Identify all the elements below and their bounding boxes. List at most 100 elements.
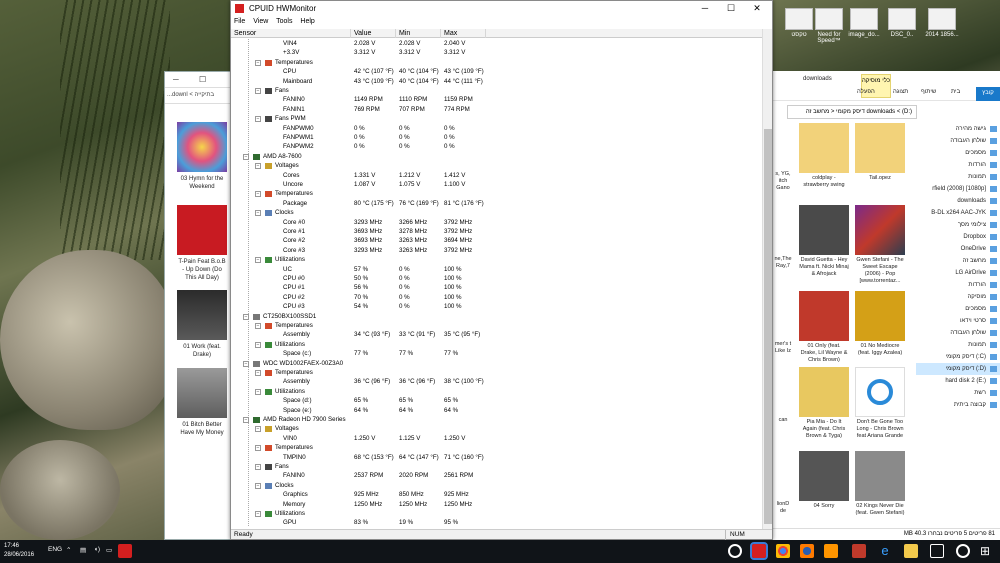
nav-item[interactable]: מוסיקה xyxy=(916,291,1000,303)
device-row[interactable]: − AMD Radeon HD 7900 Series xyxy=(231,415,763,424)
nav-item[interactable]: צילומי מסך xyxy=(916,219,1000,231)
store-icon[interactable] xyxy=(852,544,866,558)
category-row[interactable]: − Temperatures xyxy=(231,58,763,67)
sensor-row[interactable]: Graphics 925 MHz 850 MHz 925 MHz xyxy=(231,490,763,499)
category-row[interactable]: − Temperatures xyxy=(231,189,763,198)
category-row[interactable]: − Clocks xyxy=(231,481,763,490)
folder-thumb[interactable]: coldplay - strawberry swing xyxy=(799,123,849,189)
category-row[interactable]: − Voltages xyxy=(231,161,763,170)
menu-help[interactable]: Help xyxy=(300,18,314,25)
album-tile[interactable]: T-Pain Feat B.o.B - Up Down (Do This All… xyxy=(177,205,227,282)
nav-item[interactable]: מסמכים xyxy=(916,147,1000,159)
file-explorer-icon[interactable] xyxy=(904,544,918,558)
sensor-row[interactable]: Memory 1250 MHz 1250 MHz 1250 MHz xyxy=(231,500,763,509)
sensor-row[interactable]: Assembly 36 °C (96 °F) 36 °C (96 °F) 38 °C … xyxy=(231,377,763,386)
collapse-toggle-icon[interactable]: − xyxy=(243,313,249,320)
category-row[interactable]: − Fans xyxy=(231,86,763,95)
collapse-toggle-icon[interactable]: − xyxy=(255,116,261,123)
close-button[interactable]: ✕ xyxy=(744,2,770,15)
nav-item[interactable]: B-DL x264 AAC-JYK xyxy=(916,207,1000,219)
nav-item[interactable]: Dropbox xyxy=(916,231,1000,243)
chrome-icon[interactable] xyxy=(776,544,790,558)
minimize-button[interactable]: ─ xyxy=(173,75,179,84)
sensor-row[interactable]: FANIN1 769 RPM 707 RPM 774 RPM xyxy=(231,105,763,114)
battery-icon[interactable]: ▭ xyxy=(106,546,112,554)
device-row[interactable]: − WDC WD1002FAEX-00Z3A0 xyxy=(231,359,763,368)
nav-item[interactable]: hard disk 2 (E:) xyxy=(916,375,1000,387)
sensor-row[interactable]: CPU #2 70 % 0 % 100 % xyxy=(231,293,763,302)
file-thumb-partial[interactable]: s, YG, itch Gano xyxy=(773,171,793,192)
sensor-row[interactable]: Space (c:) 77 % 77 % 77 % xyxy=(231,349,763,358)
collapse-toggle-icon[interactable]: − xyxy=(255,370,261,376)
cortana-icon[interactable] xyxy=(728,544,742,558)
collapse-toggle-icon[interactable]: − xyxy=(255,445,261,452)
sensor-row[interactable]: Assembly 34 °C (93 °F) 33 °C (91 °F) 35 °C … xyxy=(231,330,763,339)
column-sensor[interactable]: Sensor xyxy=(231,29,351,38)
nav-item[interactable]: LG AirDrive xyxy=(916,267,1000,279)
folder-thumb[interactable]: Tail.opez xyxy=(855,123,905,182)
collapse-toggle-icon[interactable]: − xyxy=(255,426,261,433)
nav-item[interactable]: הורדות xyxy=(916,159,1000,171)
file-thumb[interactable]: 02 Kings Never Die (feat. Gwen Stefani) xyxy=(855,451,905,517)
nav-item[interactable]: rfield (2008) [1080p] xyxy=(916,183,1000,195)
tab-view[interactable]: תצוגה xyxy=(893,89,908,95)
nav-item[interactable]: (D:) דיסק מקומי xyxy=(916,363,1000,375)
sensor-row[interactable]: VIN4 2.028 V 2.028 V 2.040 V xyxy=(231,39,763,48)
category-row[interactable]: − Utilizations xyxy=(231,255,763,264)
category-row[interactable]: − Fans PWM xyxy=(231,114,763,123)
minimize-button[interactable]: ─ xyxy=(692,2,718,15)
file-thumb-partial[interactable]: lionD de xyxy=(773,501,793,515)
sensor-row[interactable]: Cores 1.331 V 1.212 V 1.412 V xyxy=(231,171,763,180)
sensor-row[interactable]: CPU #3 54 % 0 % 100 % xyxy=(231,302,763,311)
device-row[interactable]: − AMD A8-7600 xyxy=(231,152,763,161)
sensor-row[interactable]: Core #0 3293 MHz 3266 MHz 3792 MHz xyxy=(231,218,763,227)
file-thumb-partial[interactable]: can xyxy=(773,417,793,424)
collapse-toggle-icon[interactable]: − xyxy=(255,464,261,470)
sensor-row[interactable]: CPU 42 °C (107 °F) 40 °C (104 °F) 43 °C (10… xyxy=(231,67,763,76)
nav-item[interactable]: סרטי וידאו xyxy=(916,315,1000,327)
collapse-toggle-icon[interactable]: − xyxy=(255,163,261,170)
album-tile[interactable]: 03 Hymn for the Weekend xyxy=(177,122,227,191)
firefox-icon[interactable] xyxy=(800,544,814,558)
file-thumb[interactable]: Don't Be Gone Too Long - Chris Brown fea… xyxy=(855,367,905,440)
windows-start-icon[interactable]: ⊞ xyxy=(980,544,994,558)
volume-icon[interactable]: ◖) xyxy=(94,546,100,553)
scrollbar-thumb[interactable] xyxy=(764,129,772,524)
category-row[interactable]: − Temperatures xyxy=(231,368,763,377)
nav-item[interactable]: (C:) דיסק מקומי xyxy=(916,351,1000,363)
nav-item[interactable]: שולחן העבודה xyxy=(916,135,1000,147)
hwmonitor-taskbar-icon[interactable] xyxy=(750,542,768,560)
app-icon[interactable] xyxy=(824,544,838,558)
file-thumb[interactable]: 01 Only (feat. Drake, Lil Wayne & Chris … xyxy=(799,291,849,364)
collapse-toggle-icon[interactable]: − xyxy=(255,59,261,66)
search-icon[interactable] xyxy=(956,544,970,558)
collapse-toggle-icon[interactable]: − xyxy=(255,482,261,489)
maximize-button[interactable]: ☐ xyxy=(718,2,744,15)
category-row[interactable]: − Voltages xyxy=(231,424,763,433)
collapse-toggle-icon[interactable]: − xyxy=(255,323,261,329)
collapse-toggle-icon[interactable]: − xyxy=(243,153,249,160)
address-bar[interactable]: ...downl < בתיקייה xyxy=(165,88,233,104)
collapse-toggle-icon[interactable]: − xyxy=(255,388,261,395)
file-thumb[interactable]: Pia Mia - Do It Again (feat. Chris Brown… xyxy=(799,367,849,440)
category-row[interactable]: − Temperatures xyxy=(231,443,763,452)
category-row[interactable]: − Fans xyxy=(231,462,763,471)
nav-item[interactable]: מסמכים xyxy=(916,303,1000,315)
maximize-button[interactable]: ☐ xyxy=(199,75,206,84)
menu-tools[interactable]: Tools xyxy=(276,18,292,25)
category-row[interactable]: − Utilizations xyxy=(231,387,763,396)
sensor-row[interactable]: FANIN0 1149 RPM 1110 RPM 1159 RPM xyxy=(231,95,763,104)
tray-chevron-icon[interactable]: ⌃ xyxy=(66,546,71,554)
sensor-row[interactable]: Space (d:) 65 % 65 % 65 % xyxy=(231,396,763,405)
sensor-row[interactable]: CPU #1 56 % 0 % 100 % xyxy=(231,283,763,292)
sensor-row[interactable]: FANPWM2 0 % 0 % 0 % xyxy=(231,142,763,151)
sensor-row[interactable]: UC 57 % 0 % 100 % xyxy=(231,265,763,274)
sensor-row[interactable]: Core #3 3293 MHz 3263 MHz 3792 MHz xyxy=(231,246,763,255)
column-value[interactable]: Value xyxy=(351,29,396,38)
file-tab[interactable]: קובץ xyxy=(976,87,1000,101)
collapse-toggle-icon[interactable]: − xyxy=(255,257,261,264)
file-thumb[interactable]: 04 Sorry xyxy=(799,451,849,510)
task-view-icon[interactable] xyxy=(930,544,944,558)
column-max[interactable]: Max xyxy=(441,29,486,38)
sensor-row[interactable]: FANPWM1 0 % 0 % 0 % xyxy=(231,133,763,142)
